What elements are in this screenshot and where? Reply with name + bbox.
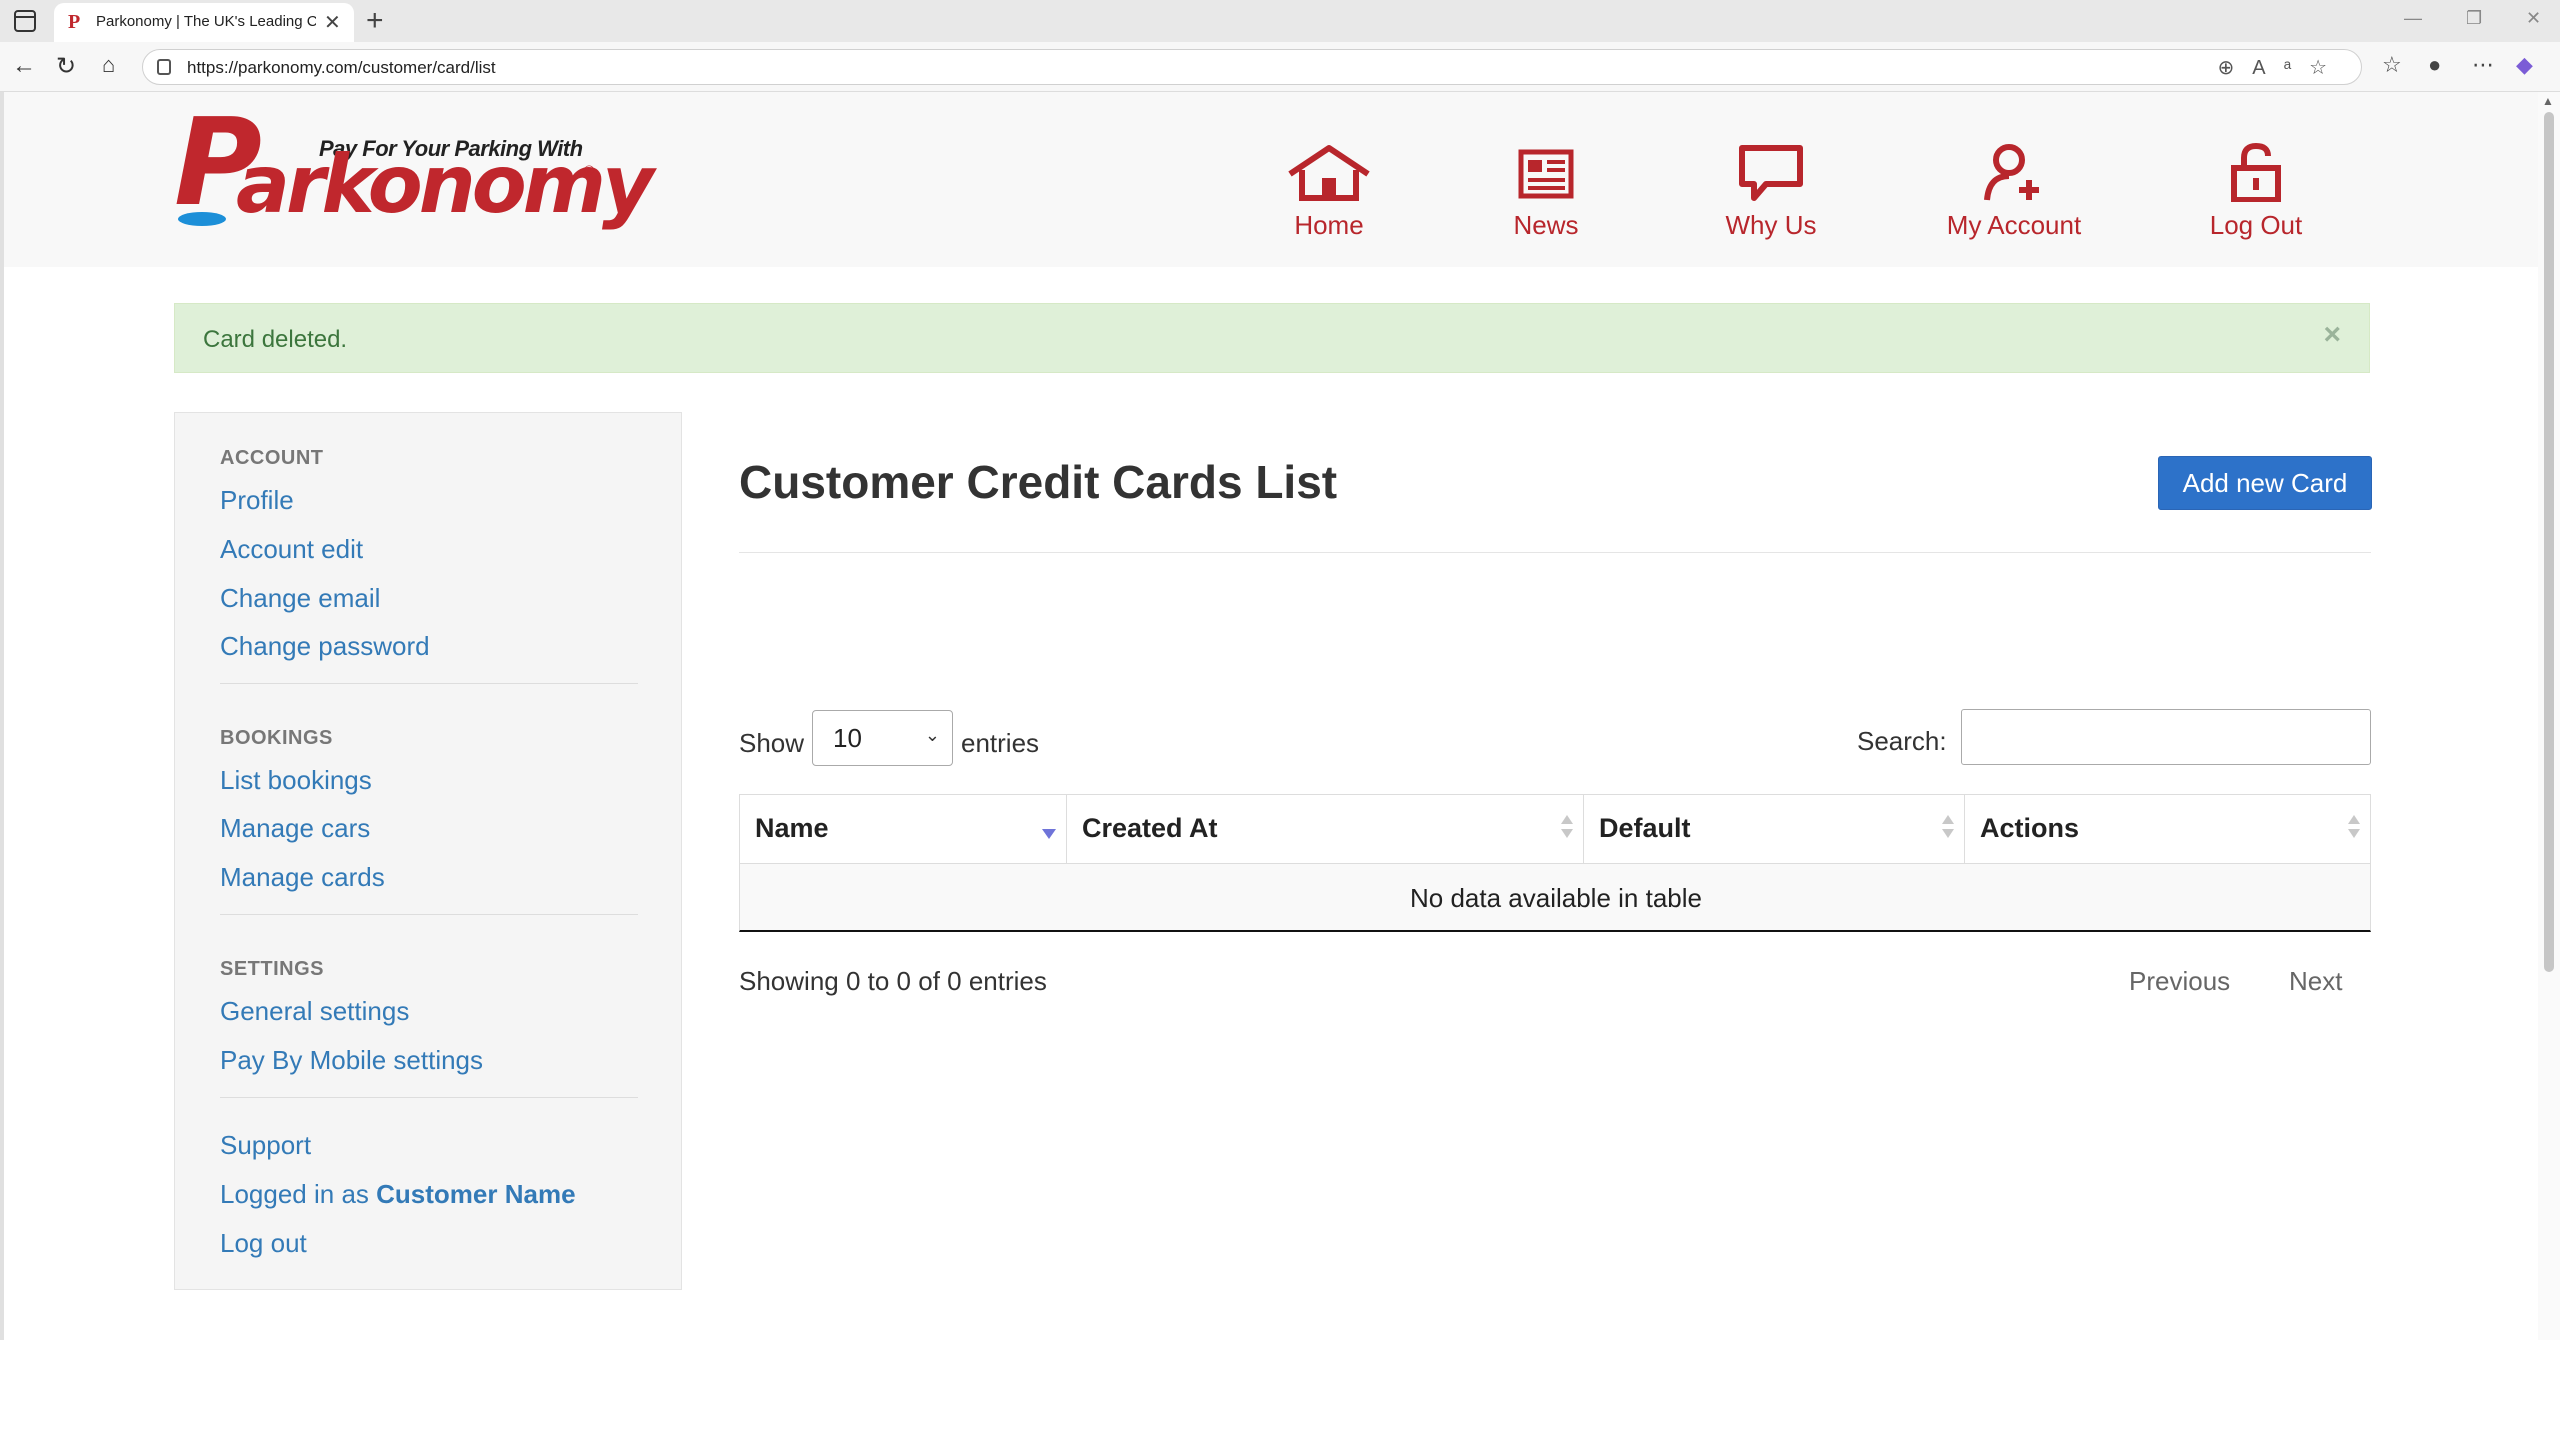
browser-tab[interactable]: P Parkonomy | The UK's Leading Ca ✕: [54, 3, 354, 42]
column-header-label: Default: [1599, 813, 1691, 843]
url-text: https://parkonomy.com/customer/card/list: [187, 58, 496, 77]
page-length-select[interactable]: 10 ⌄: [812, 710, 953, 766]
parkonomy-favicon-icon: P: [68, 11, 81, 33]
scrollbar-thumb[interactable]: [2544, 112, 2554, 972]
reload-icon[interactable]: ↻: [56, 52, 76, 81]
tab-close-icon[interactable]: ✕: [324, 10, 341, 35]
title-divider: [739, 552, 2371, 553]
home-icon[interactable]: ⌂: [102, 52, 115, 78]
sidebar-item-profile[interactable]: Profile: [220, 485, 294, 516]
column-header-label: Name: [755, 813, 829, 843]
tab-title: Parkonomy | The UK's Leading Ca: [96, 13, 316, 30]
favorites-icon[interactable]: ☆: [2382, 52, 2402, 78]
alert-close-icon[interactable]: ×: [2323, 318, 2341, 352]
sidebar-item-general-settings[interactable]: General settings: [220, 996, 409, 1027]
sidebar-item-account-edit[interactable]: Account edit: [220, 534, 363, 565]
url-field[interactable]: https://parkonomy.com/customer/card/list…: [142, 49, 2362, 85]
sidebar-item-log-out[interactable]: Log out: [220, 1228, 307, 1259]
account-sidebar: ACCOUNT Profile Account edit Change emai…: [174, 412, 682, 1290]
sort-icon: [2348, 815, 2360, 843]
sort-icon: [1561, 815, 1573, 843]
speech-bubble-icon: [1739, 145, 1803, 201]
nav-log-out-label: Log Out: [2209, 210, 2303, 240]
unlock-icon: [2231, 142, 2281, 202]
more-menu-icon[interactable]: ⋯: [2472, 52, 2494, 78]
sidebar-item-manage-cars[interactable]: Manage cars: [220, 813, 370, 844]
sidebar-divider: [220, 1097, 638, 1098]
column-header-actions[interactable]: Actions: [1965, 795, 2370, 863]
column-header-label: Created At: [1082, 813, 1218, 843]
logo-registered-mark: ®: [584, 162, 595, 178]
logged-in-user: Customer Name: [376, 1179, 576, 1209]
sidebar-heading-account: ACCOUNT: [220, 447, 324, 469]
entries-label: entries: [961, 728, 1040, 758]
sidebar-item-change-password[interactable]: Change password: [220, 631, 430, 662]
column-header-created-at[interactable]: Created At: [1067, 795, 1584, 863]
logged-in-as[interactable]: Logged in as Customer Name: [220, 1179, 576, 1210]
sort-descending-icon: [1042, 829, 1056, 839]
sidebar-toggle-icon[interactable]: [14, 10, 36, 32]
copilot-icon[interactable]: ◆: [2516, 52, 2533, 78]
page-scrollbar[interactable]: ▲: [2538, 92, 2560, 1340]
add-new-card-button[interactable]: Add new Card: [2158, 456, 2372, 510]
sidebar-divider: [220, 683, 638, 684]
nav-news[interactable]: News: [1506, 142, 1586, 252]
nav-my-account[interactable]: My Account: [1942, 142, 2086, 252]
house-icon: [1288, 145, 1370, 201]
sort-icon: [1942, 815, 1954, 843]
web-page: Pay For Your Parking With P arkonomy ® H…: [0, 92, 2538, 1340]
minimize-icon[interactable]: —: [2404, 8, 2422, 29]
sidebar-item-change-email[interactable]: Change email: [220, 583, 380, 614]
column-header-name[interactable]: Name: [740, 795, 1067, 863]
pagination-previous[interactable]: Previous: [2129, 966, 2230, 997]
cards-table: Name Created At Default Actions No data …: [739, 794, 2371, 932]
chevron-down-icon: ⌄: [924, 725, 940, 745]
sidebar-heading-bookings: BOOKINGS: [220, 727, 333, 749]
table-info: Showing 0 to 0 of 0 entries: [739, 966, 1047, 996]
logo-pin-icon: [178, 212, 226, 226]
nav-why-us-label: Why Us: [1725, 210, 1817, 240]
browser-tab-bar: P Parkonomy | The UK's Leading Ca ✕ + — …: [0, 0, 2560, 42]
page-title: Customer Credit Cards List: [739, 456, 1338, 508]
success-alert: Card deleted. ×: [174, 303, 2370, 373]
new-tab-button[interactable]: +: [366, 4, 384, 38]
logged-in-prefix: Logged in as: [220, 1179, 377, 1209]
lock-icon: [157, 59, 171, 75]
empty-table-message: No data available in table: [1410, 883, 1702, 913]
restore-icon[interactable]: ❐: [2466, 8, 2482, 29]
show-label: Show: [739, 728, 805, 758]
site-header: Pay For Your Parking With P arkonomy ® H…: [4, 92, 2538, 267]
sidebar-divider: [220, 914, 638, 915]
logo-wordmark: arkonomy: [236, 138, 654, 231]
nav-why-us[interactable]: Why Us: [1716, 142, 1826, 252]
sidebar-item-support[interactable]: Support: [220, 1130, 311, 1161]
address-bar-row: ← ↻ ⌂ https://parkonomy.com/customer/car…: [0, 42, 2560, 92]
page-length-value: 10: [833, 723, 862, 753]
nav-log-out[interactable]: Log Out: [2206, 142, 2306, 252]
back-icon[interactable]: ←: [12, 52, 36, 80]
scroll-up-icon[interactable]: ▲: [2542, 94, 2554, 108]
newspaper-icon: [1518, 149, 1574, 199]
table-row: No data available in table: [739, 864, 2371, 932]
sidebar-item-manage-cards[interactable]: Manage cards: [220, 862, 385, 893]
sidebar-item-pay-by-mobile-settings[interactable]: Pay By Mobile settings: [220, 1045, 483, 1076]
sidebar-item-list-bookings[interactable]: List bookings: [220, 765, 372, 796]
search-input[interactable]: [1961, 709, 2371, 765]
table-header: Name Created At Default Actions: [739, 794, 2371, 864]
nav-my-account-label: My Account: [1946, 210, 2082, 240]
parkonomy-logo[interactable]: Pay For Your Parking With P arkonomy ®: [174, 104, 654, 240]
profile-avatar-icon[interactable]: ●: [2428, 52, 2441, 78]
sidebar-heading-settings: SETTINGS: [220, 958, 325, 980]
column-header-label: Actions: [1980, 813, 2080, 843]
column-header-default[interactable]: Default: [1584, 795, 1965, 863]
nav-news-label: News: [1513, 210, 1579, 240]
address-bar-action-icons[interactable]: ⊕Aᵃ☆: [2218, 55, 2345, 80]
alert-message: Card deleted.: [203, 326, 348, 353]
user-plus-icon: [1984, 144, 2039, 201]
close-window-icon[interactable]: ✕: [2526, 8, 2541, 29]
nav-home-label: Home: [1294, 210, 1364, 240]
search-label: Search:: [1857, 726, 1947, 756]
nav-home[interactable]: Home: [1282, 142, 1376, 252]
pagination-next[interactable]: Next: [2289, 966, 2342, 997]
